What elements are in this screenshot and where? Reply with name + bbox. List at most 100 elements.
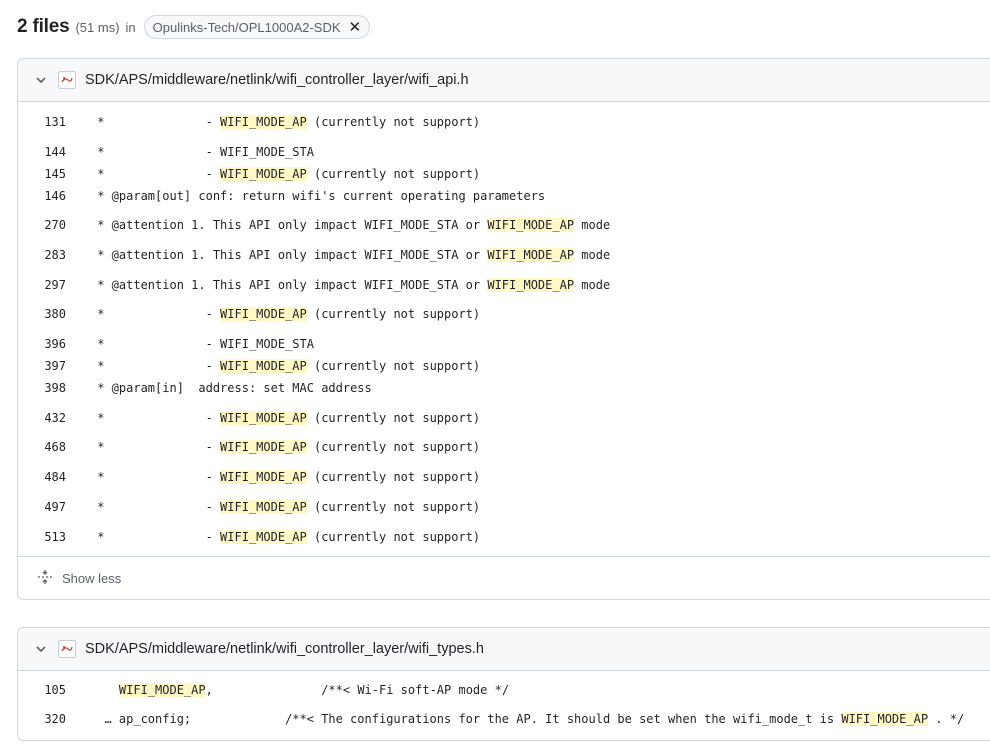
- line-number[interactable]: 297: [18, 278, 66, 292]
- code-line[interactable]: 497 * - WIFI_MODE_AP (currently not supp…: [18, 498, 990, 516]
- search-time: (51 ms): [75, 19, 120, 35]
- code-text: * - WIFI_MODE_AP (currently not support): [90, 470, 480, 484]
- line-number[interactable]: 513: [18, 530, 66, 544]
- code-segment: * @attention 1. This API only impact WIF…: [90, 248, 488, 262]
- code-line[interactable]: 145 * - WIFI_MODE_AP (currently not supp…: [18, 165, 990, 183]
- code-segment: * -: [90, 115, 221, 129]
- file-path-link[interactable]: SDK/APS/middleware/netlink/wifi_controll…: [85, 641, 484, 657]
- code-line[interactable]: 146 * @param[out] conf: return wifi's cu…: [18, 187, 990, 205]
- code-segment: mode: [574, 278, 611, 292]
- code-segment: * @attention 1. This API only impact WIF…: [90, 218, 488, 232]
- match-highlight: WIFI_MODE_AP: [118, 683, 206, 697]
- line-number[interactable]: 397: [18, 359, 66, 373]
- close-icon[interactable]: ✕: [349, 20, 362, 35]
- code-segment: (currently not support): [306, 500, 481, 514]
- code-segment: * - WIFI_MODE_STA: [90, 145, 314, 159]
- line-number[interactable]: 146: [18, 189, 66, 203]
- match-highlight: WIFI_MODE_AP: [841, 712, 929, 726]
- chevron-down-icon[interactable]: [34, 73, 48, 87]
- code-text: * - WIFI_MODE_AP (currently not support): [90, 440, 480, 454]
- line-number[interactable]: 144: [18, 145, 66, 159]
- code-line[interactable]: 105 WIFI_MODE_AP, /**< Wi-Fi soft-AP mod…: [18, 681, 990, 699]
- match-highlight: WIFI_MODE_AP: [220, 307, 307, 321]
- line-number[interactable]: 468: [18, 440, 66, 454]
- match-highlight: WIFI_MODE_AP: [220, 167, 307, 181]
- match-highlight: WIFI_MODE_AP: [487, 218, 575, 232]
- fold-icon: [37, 569, 53, 588]
- code-line[interactable]: 397 * - WIFI_MODE_AP (currently not supp…: [18, 357, 990, 375]
- code-segment: * -: [90, 440, 221, 454]
- match-highlight: WIFI_MODE_AP: [220, 530, 307, 544]
- code-line[interactable]: 144 * - WIFI_MODE_STA: [18, 143, 990, 161]
- code-segment: * @param[out] conf: return wifi's curren…: [90, 189, 546, 203]
- code-segment: * @param[in] address: set MAC address: [90, 381, 372, 395]
- code-line[interactable]: 432 * - WIFI_MODE_AP (currently not supp…: [18, 409, 990, 427]
- code-segment: , /**< Wi-Fi soft-AP mode */: [205, 683, 510, 697]
- line-number[interactable]: 320: [18, 712, 66, 726]
- code-text: * - WIFI_MODE_AP (currently not support): [90, 500, 480, 514]
- file-image-icon: [58, 640, 76, 658]
- code-text: * - WIFI_MODE_AP (currently not support): [90, 307, 480, 321]
- line-number[interactable]: 432: [18, 411, 66, 425]
- code-text: * - WIFI_MODE_AP (currently not support): [90, 359, 480, 373]
- match-highlight: WIFI_MODE_AP: [220, 115, 307, 129]
- code-segment: … ap_config; /**< The configurations for…: [90, 712, 842, 726]
- code-line[interactable]: 283 * @attention 1. This API only impact…: [18, 246, 990, 264]
- code-text: … ap_config; /**< The configurations for…: [90, 712, 964, 726]
- code-line[interactable]: 297 * @attention 1. This API only impact…: [18, 276, 990, 294]
- code-segment: * -: [90, 307, 221, 321]
- show-less-label: Show less: [62, 571, 122, 586]
- line-number[interactable]: 270: [18, 218, 66, 232]
- code-line[interactable]: 270 * @attention 1. This API only impact…: [18, 216, 990, 234]
- file-result-wifi-types: SDK/APS/middleware/netlink/wifi_controll…: [17, 627, 990, 741]
- code-segment: * @attention 1. This API only impact WIF…: [90, 278, 488, 292]
- line-number[interactable]: 398: [18, 381, 66, 395]
- code-segment: * -: [90, 530, 221, 544]
- code-line[interactable]: 398 * @param[in] address: set MAC addres…: [18, 379, 990, 397]
- code-line[interactable]: 320 … ap_config; /**< The configurations…: [18, 710, 990, 728]
- line-number[interactable]: 497: [18, 500, 66, 514]
- code-segment: . */: [928, 712, 965, 726]
- line-number[interactable]: 105: [18, 683, 66, 697]
- file-result-wifi-api: SDK/APS/middleware/netlink/wifi_controll…: [17, 58, 990, 600]
- chevron-down-icon[interactable]: [34, 642, 48, 656]
- match-highlight: WIFI_MODE_AP: [220, 359, 307, 373]
- code-segment: * -: [90, 411, 221, 425]
- code-segment: (currently not support): [306, 115, 481, 129]
- result-count: 2 files: [17, 16, 70, 37]
- line-number[interactable]: 484: [18, 470, 66, 484]
- file-header: SDK/APS/middleware/netlink/wifi_controll…: [18, 628, 990, 671]
- show-less-button[interactable]: Show less: [37, 569, 121, 588]
- code-segment: mode: [574, 218, 611, 232]
- code-line[interactable]: 484 * - WIFI_MODE_AP (currently not supp…: [18, 468, 990, 486]
- match-highlight: WIFI_MODE_AP: [487, 248, 575, 262]
- code-segment: * - WIFI_MODE_STA: [90, 337, 314, 351]
- repo-filter-chip[interactable]: Opulinks-Tech/OPL1000A2-SDK ✕: [143, 15, 371, 39]
- line-number[interactable]: 380: [18, 307, 66, 321]
- code-segment: mode: [574, 248, 611, 262]
- line-number[interactable]: 131: [18, 115, 66, 129]
- code-segment: (currently not support): [306, 167, 481, 181]
- code-text: * - WIFI_MODE_AP (currently not support): [90, 115, 480, 129]
- code-segment: * -: [90, 470, 221, 484]
- match-highlight: WIFI_MODE_AP: [220, 500, 307, 514]
- code-text: * @param[in] address: set MAC address: [90, 381, 372, 395]
- code-segment: (currently not support): [306, 359, 481, 373]
- line-number[interactable]: 145: [18, 167, 66, 181]
- file-path-link[interactable]: SDK/APS/middleware/netlink/wifi_controll…: [85, 72, 469, 88]
- line-number[interactable]: 283: [18, 248, 66, 262]
- code-line[interactable]: 396 * - WIFI_MODE_STA: [18, 335, 990, 353]
- code-segment: * -: [90, 359, 221, 373]
- code-segment: (currently not support): [306, 411, 481, 425]
- in-label: in: [125, 19, 136, 35]
- line-number[interactable]: 396: [18, 337, 66, 351]
- code-text: * @attention 1. This API only impact WIF…: [90, 218, 610, 232]
- code-line[interactable]: 380 * - WIFI_MODE_AP (currently not supp…: [18, 305, 990, 323]
- code-line[interactable]: 513 * - WIFI_MODE_AP (currently not supp…: [18, 528, 990, 546]
- code-text: * - WIFI_MODE_AP (currently not support): [90, 167, 480, 181]
- file-header: SDK/APS/middleware/netlink/wifi_controll…: [18, 59, 990, 102]
- code-line[interactable]: 468 * - WIFI_MODE_AP (currently not supp…: [18, 438, 990, 456]
- code-text: * @attention 1. This API only impact WIF…: [90, 278, 610, 292]
- code-line[interactable]: 131 * - WIFI_MODE_AP (currently not supp…: [18, 113, 990, 131]
